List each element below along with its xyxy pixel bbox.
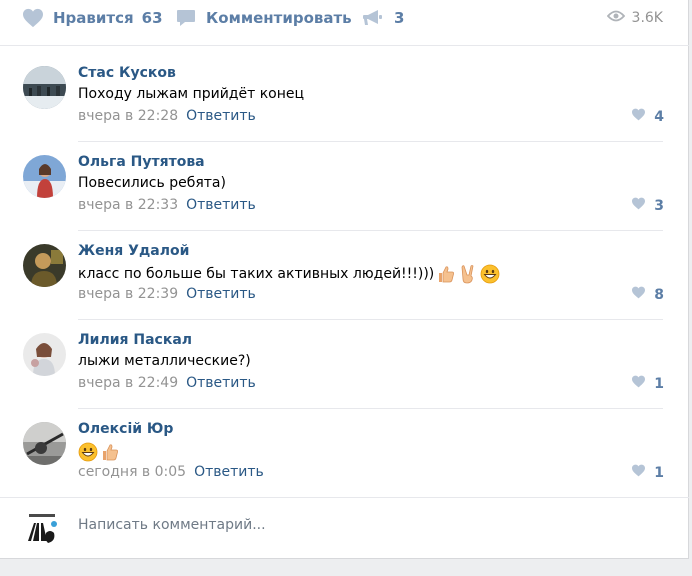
like-count: 63 — [141, 9, 163, 27]
comment-author[interactable]: Олексій Юр — [78, 421, 173, 437]
comment-author[interactable]: Лилия Паскал — [78, 332, 192, 348]
reply-link[interactable]: Ответить — [186, 108, 256, 124]
post-card: Нравится 63 Комментировать 3 3.6K Стас К… — [0, 0, 689, 559]
views-count: 3.6K — [631, 10, 663, 26]
avatar[interactable] — [23, 155, 66, 198]
comment-like-count: 4 — [654, 108, 664, 125]
comment-meta: сегодня в 0:05 Ответить — [78, 464, 264, 480]
comment-like-button[interactable]: 3 — [631, 197, 664, 214]
heart-icon — [631, 286, 654, 303]
comment-like-count: 3 — [654, 197, 664, 214]
avatar[interactable] — [23, 244, 66, 287]
comment-like-count: 1 — [654, 375, 664, 392]
share-count: 3 — [394, 9, 405, 27]
group-logo — [24, 511, 60, 547]
comment-composer: Написать комментарий... — [0, 498, 689, 559]
like-label: Нравится — [53, 9, 134, 27]
comment-author[interactable]: Ольга Путятова — [78, 154, 205, 170]
comment-label: Комментировать — [206, 9, 352, 27]
comment-like-count: 1 — [654, 464, 664, 481]
comment-button[interactable]: Комментировать — [176, 8, 352, 28]
comment-like-button[interactable]: 1 — [631, 375, 664, 392]
megaphone-icon — [362, 9, 384, 27]
comment-item: Женя Удалой класс по больше бы таких акт… — [0, 231, 689, 320]
comment-meta: вчера в 22:49 Ответить — [78, 375, 256, 391]
heart-icon — [631, 464, 654, 481]
like-button[interactable]: Нравится 63 — [22, 8, 163, 28]
avatar[interactable] — [23, 422, 66, 465]
reply-link[interactable]: Ответить — [194, 464, 264, 480]
heart-icon — [631, 375, 654, 392]
comment-like-button[interactable]: 1 — [631, 464, 664, 481]
heart-icon — [631, 108, 654, 125]
thumbs-up-emoji — [100, 442, 120, 462]
post-actions-bar: Нравится 63 Комментировать 3 3.6K — [0, 0, 689, 46]
reply-link[interactable]: Ответить — [186, 197, 256, 213]
comment-text: Походу лыжам прийдёт конец — [78, 86, 305, 102]
comment-input[interactable]: Написать комментарий... — [78, 517, 266, 533]
thumbs-up-emoji — [436, 264, 456, 284]
comment-text: класс по больше бы таких активных людей!… — [78, 264, 500, 284]
share-button[interactable]: 3 — [362, 8, 404, 28]
comment-time[interactable]: вчера в 22:39 — [78, 286, 178, 302]
comment-like-button[interactable]: 4 — [631, 108, 664, 125]
comment-time[interactable]: вчера в 22:33 — [78, 197, 178, 213]
eye-icon — [606, 10, 632, 26]
views-counter: 3.6K — [606, 8, 663, 28]
reply-link[interactable]: Ответить — [186, 286, 256, 302]
comment-text: лыжи металлические?) — [78, 353, 251, 369]
comment-author[interactable]: Стас Кусков — [78, 65, 176, 81]
comment-like-count: 8 — [654, 286, 664, 303]
grinning-face-emoji — [480, 264, 500, 284]
comment-time[interactable]: сегодня в 0:05 — [78, 464, 186, 480]
comment-meta: вчера в 22:33 Ответить — [78, 197, 256, 213]
victory-hand-emoji — [458, 264, 478, 284]
avatar[interactable] — [23, 66, 66, 109]
comment-meta: вчера в 22:28 Ответить — [78, 108, 256, 124]
comment-text — [78, 442, 120, 462]
comment-author[interactable]: Женя Удалой — [78, 243, 189, 259]
comment-text: Повесились ребята) — [78, 175, 226, 191]
heart-icon — [631, 197, 654, 214]
comment-time[interactable]: вчера в 22:28 — [78, 108, 178, 124]
avatar[interactable] — [23, 333, 66, 376]
comment-item: Ольга Путятова Повесились ребята) вчера … — [0, 142, 689, 231]
grinning-face-emoji — [78, 442, 98, 462]
reply-link[interactable]: Ответить — [186, 375, 256, 391]
comment-bubble-icon — [176, 9, 196, 28]
comment-meta: вчера в 22:39 Ответить — [78, 286, 256, 302]
comment-item: Лилия Паскал лыжи металлические?) вчера … — [0, 320, 689, 409]
comment-time[interactable]: вчера в 22:49 — [78, 375, 178, 391]
heart-icon — [22, 8, 44, 28]
comment-item: Стас Кусков Походу лыжам прийдёт конец в… — [0, 53, 689, 142]
comment-item: Олексій Юр сегодня в 0:05 Ответить 1 — [0, 409, 689, 498]
comment-like-button[interactable]: 8 — [631, 286, 664, 303]
